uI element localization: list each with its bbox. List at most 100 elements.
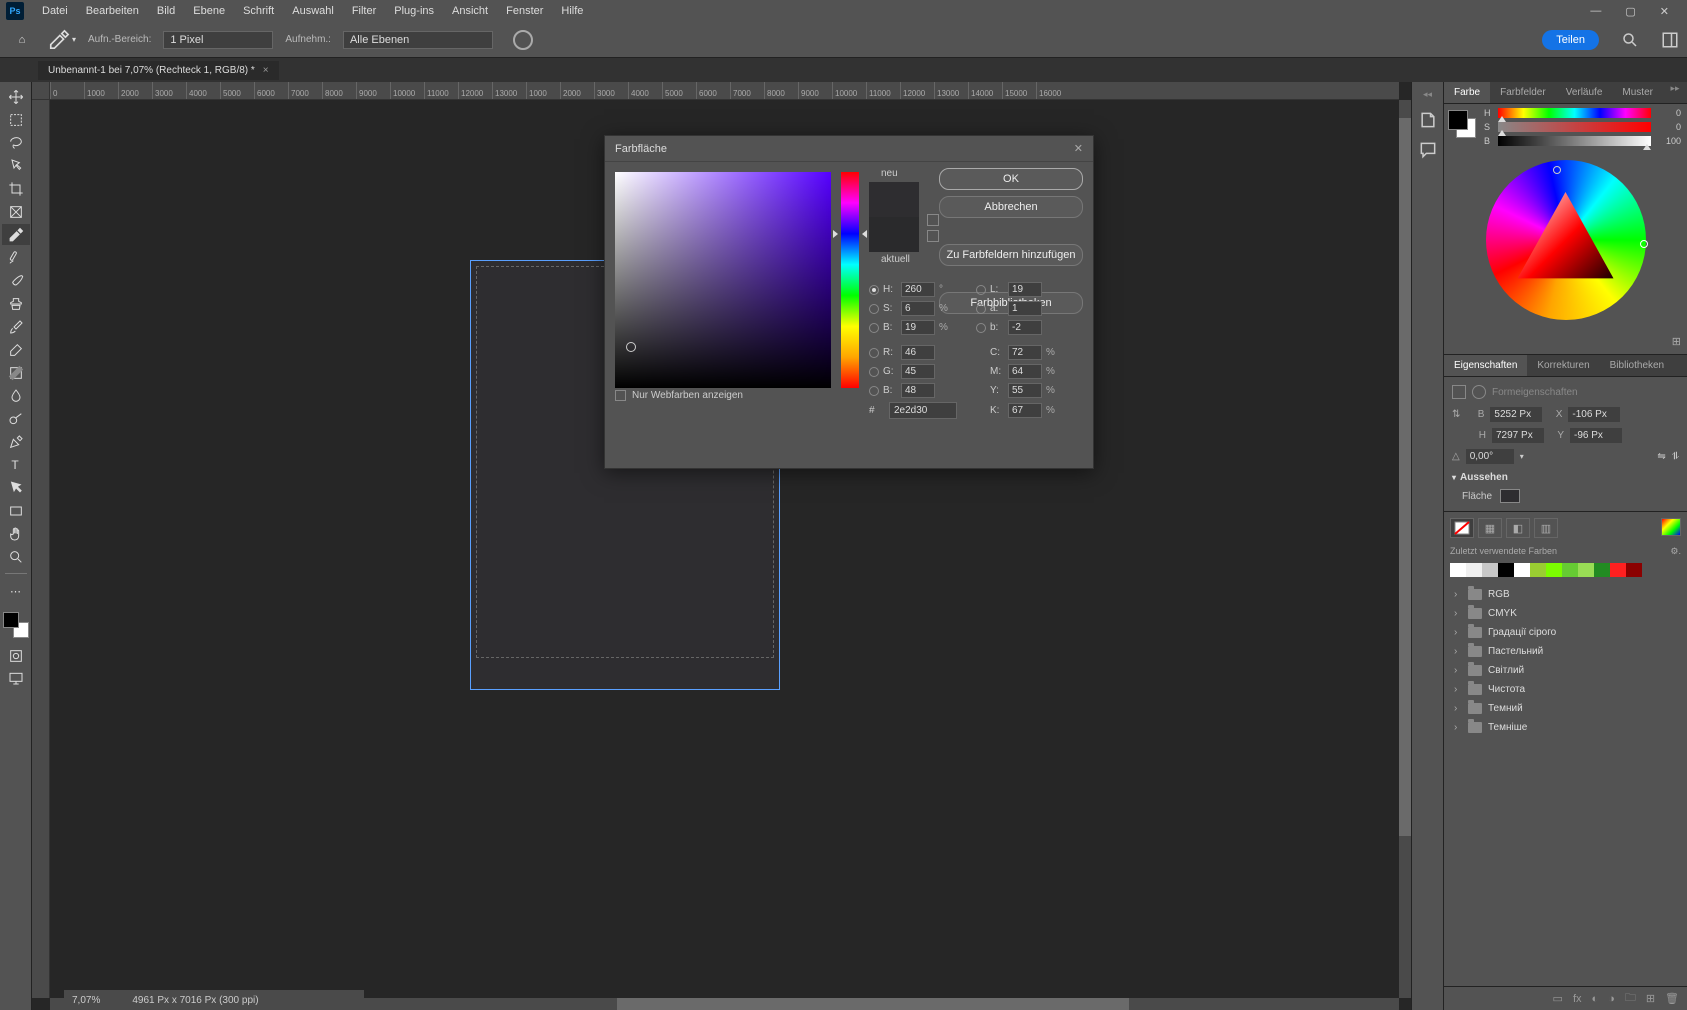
web-only-checkbox[interactable]	[615, 390, 626, 401]
view-gradient-icon[interactable]: ◧	[1506, 518, 1530, 538]
fx-icon[interactable]: fx	[1573, 993, 1582, 1005]
scrollbar-vertical[interactable]	[1399, 100, 1411, 998]
recent-color-swatch[interactable]	[1466, 563, 1482, 577]
recent-color-swatch[interactable]	[1626, 563, 1642, 577]
web-only-checkbox-row[interactable]: Nur Webfarben anzeigen	[615, 390, 743, 401]
lab-b-radio[interactable]	[976, 323, 986, 333]
new-group-icon[interactable]: ▭	[1553, 992, 1563, 1005]
g-radio[interactable]	[869, 367, 879, 377]
fill-none-icon[interactable]	[1450, 518, 1474, 538]
dialog-close-icon[interactable]: ✕	[1074, 142, 1083, 155]
tab-verlaeufe[interactable]: Verläufe	[1556, 82, 1613, 103]
tab-farbe[interactable]: Farbe	[1444, 82, 1490, 103]
menu-auswahl[interactable]: Auswahl	[284, 2, 342, 20]
workspace-layout-icon[interactable]	[1661, 31, 1679, 49]
link-wh-icon[interactable]: ⇅	[1452, 409, 1460, 420]
menu-bearbeiten[interactable]: Bearbeiten	[78, 2, 147, 20]
blur-tool[interactable]	[2, 385, 30, 406]
frame-tool[interactable]	[2, 201, 30, 222]
swatch-folder[interactable]: Темний	[1444, 699, 1687, 718]
saturation-value-box[interactable]	[615, 172, 831, 388]
y-input[interactable]	[1570, 428, 1622, 443]
crop-tool[interactable]	[2, 178, 30, 199]
swatch-folder[interactable]: RGB	[1444, 585, 1687, 604]
h-input[interactable]	[901, 282, 935, 297]
fill-color-chip[interactable]	[1500, 489, 1520, 503]
pen-tool[interactable]	[2, 431, 30, 452]
sample-size-select[interactable]: 1 Pixel	[163, 31, 273, 49]
marquee-tool[interactable]	[2, 109, 30, 130]
minimize-icon[interactable]: —	[1590, 5, 1601, 18]
adjustment-icon[interactable]: ◑	[1608, 993, 1615, 1005]
swatch-folder[interactable]: CMYK	[1444, 604, 1687, 623]
menu-schrift[interactable]: Schrift	[235, 2, 282, 20]
appearance-section-header[interactable]: Aussehen	[1452, 472, 1679, 483]
l-radio[interactable]	[976, 285, 986, 295]
eyedropper-tool-icon[interactable]: ▾	[48, 27, 76, 53]
r-radio[interactable]	[869, 348, 879, 358]
swatch-folder[interactable]: Світлий	[1444, 661, 1687, 680]
menu-hilfe[interactable]: Hilfe	[553, 2, 591, 20]
collapse-handle[interactable]: ◂◂	[1420, 88, 1436, 100]
menu-bild[interactable]: Bild	[149, 2, 183, 20]
search-icon[interactable]	[1621, 31, 1639, 49]
hue-slider[interactable]: H0	[1484, 108, 1681, 118]
edit-toolbar[interactable]: ⋯	[2, 581, 30, 602]
color-swatches[interactable]	[3, 612, 29, 638]
swatch-folder[interactable]: Пастельний	[1444, 642, 1687, 661]
share-button[interactable]: Teilen	[1542, 30, 1599, 50]
r-input[interactable]	[901, 345, 935, 360]
folder-icon[interactable]: 🗀	[1625, 989, 1636, 1008]
panels-collapse-handle[interactable]: ▸▸	[1667, 82, 1683, 94]
lab-b-input[interactable]	[1008, 320, 1042, 335]
g-input[interactable]	[901, 364, 935, 379]
m-input[interactable]	[1008, 364, 1042, 379]
flip-v-icon[interactable]: ⥮	[1672, 451, 1679, 462]
recent-color-swatch[interactable]	[1530, 563, 1546, 577]
b2-input[interactable]	[901, 383, 935, 398]
brush-tool[interactable]	[2, 270, 30, 291]
hue-slider-strip[interactable]	[841, 172, 859, 388]
height-input[interactable]	[1492, 428, 1544, 443]
menu-filter[interactable]: Filter	[344, 2, 384, 20]
k-input[interactable]	[1008, 403, 1042, 418]
sv-marker[interactable]	[626, 342, 636, 352]
recent-color-swatch[interactable]	[1498, 563, 1514, 577]
document-tab[interactable]: Unbenannt-1 bei 7,07% (Rechteck 1, RGB/8…	[38, 61, 279, 80]
ok-button[interactable]: OK	[939, 168, 1083, 190]
home-icon[interactable]: ⌂	[8, 27, 36, 53]
sample-ring-icon[interactable]	[513, 30, 533, 50]
mask-icon[interactable]: ◐	[1592, 993, 1599, 1005]
recent-color-swatch[interactable]	[1450, 563, 1466, 577]
history-panel-icon[interactable]	[1418, 110, 1438, 130]
recent-color-swatch[interactable]	[1546, 563, 1562, 577]
l-input[interactable]	[1008, 282, 1042, 297]
history-brush-tool[interactable]	[2, 316, 30, 337]
view-grid-icon[interactable]: ▦	[1478, 518, 1502, 538]
recent-color-swatch[interactable]	[1514, 563, 1530, 577]
gradient-tool[interactable]	[2, 362, 30, 383]
view-pattern-icon[interactable]: ▥	[1534, 518, 1558, 538]
move-tool[interactable]	[2, 86, 30, 107]
h-radio[interactable]	[869, 285, 879, 295]
zoom-tool[interactable]	[2, 546, 30, 567]
tab-korrekturen[interactable]: Korrekturen	[1527, 355, 1599, 376]
x-input[interactable]	[1568, 407, 1620, 422]
width-input[interactable]	[1490, 407, 1542, 422]
c-input[interactable]	[1008, 345, 1042, 360]
warning-cube-icon[interactable]	[927, 214, 939, 226]
tab-muster[interactable]: Muster	[1612, 82, 1663, 103]
hand-tool[interactable]	[2, 523, 30, 544]
bri-slider[interactable]: B100	[1484, 136, 1681, 146]
dialog-titlebar[interactable]: Farbfläche ✕	[605, 136, 1093, 162]
b2-radio[interactable]	[869, 386, 879, 396]
angle-input[interactable]	[1466, 449, 1514, 464]
color-wheel[interactable]	[1486, 160, 1646, 320]
eraser-tool[interactable]	[2, 339, 30, 360]
swatch-folder[interactable]: Темніше	[1444, 718, 1687, 737]
color-panel-swatches[interactable]	[1448, 110, 1476, 138]
bv-input[interactable]	[901, 320, 935, 335]
a-radio[interactable]	[976, 304, 986, 314]
new-icon[interactable]: ⊞	[1646, 992, 1655, 1005]
warning-web-icon[interactable]	[927, 230, 939, 242]
